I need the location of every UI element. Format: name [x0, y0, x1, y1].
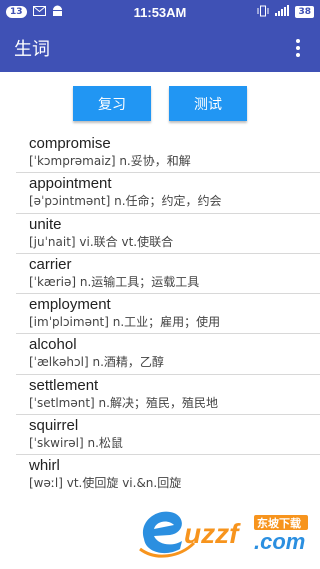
word-list: compromise [ˈkɔmprəmaiz] n.妥协，和解 appoint… — [16, 133, 320, 496]
overflow-menu-icon[interactable] — [290, 37, 306, 59]
word-text: settlement — [29, 376, 99, 394]
word-text: compromise — [29, 135, 111, 152]
watermark-domain: .com — [254, 529, 305, 554]
word-definition: [ˈkæriə] n.运输工具；运载工具 — [29, 274, 200, 289]
word-list-item[interactable]: unite [juˈnait] vi.联合 vt.使联合 — [16, 214, 320, 254]
word-definition: [əˈpɔintmənt] n.任命；约定，约会 — [29, 194, 222, 209]
signal-icon — [274, 4, 290, 20]
watermark-logo: uzzf 东坡下载 .com — [139, 511, 308, 558]
word-definition: [ˈælkəhɔl] n.酒精，乙醇 — [29, 355, 164, 370]
word-text: carrier — [29, 255, 72, 273]
word-definition: [ˈsetlmənt] n.解决；殖民，殖民地 — [29, 395, 218, 410]
test-button[interactable]: 测试 — [169, 86, 247, 121]
word-list-item[interactable]: compromise [ˈkɔmprəmaiz] n.妥协，和解 — [16, 133, 320, 174]
word-list-item[interactable]: alcohol [ˈælkəhɔl] n.酒精，乙醇 — [16, 334, 320, 375]
word-definition: [imˈplɔimənt] n.工业；雇用；使用 — [29, 315, 221, 330]
word-list-item[interactable]: settlement [ˈsetlmənt] n.解决；殖民，殖民地 — [16, 375, 320, 416]
watermark-brand: uzzf — [184, 518, 241, 549]
action-buttons: 复习 测试 — [0, 86, 320, 121]
word-list-item[interactable]: whirl [wəːl] vt.使回旋 vi.&n.回旋 — [16, 455, 320, 495]
word-text: whirl — [29, 457, 60, 475]
word-text: employment — [29, 296, 111, 314]
page-title: 生词 — [14, 39, 50, 60]
word-text: unite — [29, 215, 62, 233]
word-text: squirrel — [29, 417, 79, 435]
word-text: alcohol — [29, 336, 77, 354]
notification-count-badge: 13 — [6, 6, 27, 18]
word-list-item[interactable]: squirrel [ˈskwirəl] n.松鼠 — [16, 415, 320, 456]
word-definition: [ˈkɔmprəmaiz] n.妥协，和解 — [29, 154, 191, 168]
battery-indicator: 38 — [295, 6, 314, 18]
mail-icon — [32, 5, 46, 19]
android-icon — [52, 5, 63, 20]
word-list-item[interactable]: appointment [əˈpɔintmənt] n.任命；约定，约会 — [16, 173, 320, 214]
word-text: appointment — [29, 175, 112, 193]
word-definition: [wəːl] vt.使回旋 vi.&n.回旋 — [29, 476, 182, 491]
status-bar: 13 11:53AM 38 — [0, 0, 320, 24]
word-definition: [ˈskwirəl] n.松鼠 — [29, 436, 123, 451]
watermark-tagline: 东坡下载 — [257, 516, 301, 530]
status-time: 11:53AM — [133, 4, 187, 20]
app-bar: 生词 — [0, 24, 320, 72]
vibrate-icon — [257, 5, 269, 20]
word-list-item[interactable]: employment [imˈplɔimənt] n.工业；雇用；使用 — [16, 294, 320, 335]
word-definition: [juˈnait] vi.联合 vt.使联合 — [29, 234, 174, 249]
review-button[interactable]: 复习 — [73, 86, 151, 121]
word-list-item[interactable]: carrier [ˈkæriə] n.运输工具；运载工具 — [16, 254, 320, 295]
